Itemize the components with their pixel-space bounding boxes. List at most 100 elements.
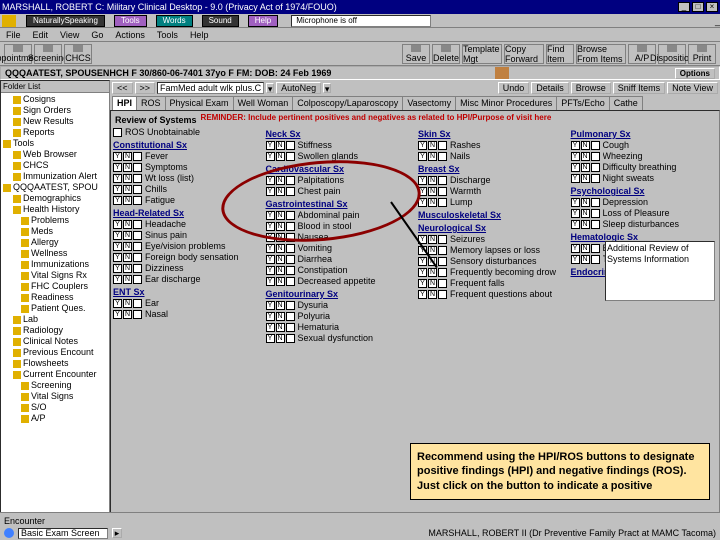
checkbox[interactable]	[133, 231, 142, 240]
tree-item[interactable]: Radiology	[3, 325, 107, 336]
btn-screening[interactable]: Screening	[34, 44, 62, 64]
ros-button[interactable]: N	[428, 279, 437, 288]
hpi-button[interactable]: Y	[571, 209, 580, 218]
hpi-button[interactable]: Y	[266, 141, 275, 150]
tree-item[interactable]: Screening	[3, 380, 107, 391]
hpi-button[interactable]: Y	[113, 275, 122, 284]
checkbox[interactable]	[286, 255, 295, 264]
tree-item[interactable]: Web Browser	[3, 149, 107, 160]
ros-button[interactable]: N	[276, 277, 285, 286]
checkbox[interactable]	[591, 220, 600, 229]
tree-item[interactable]: Health History	[3, 204, 107, 215]
hpi-button[interactable]: Y	[571, 152, 580, 161]
back-button[interactable]: <<	[112, 82, 133, 94]
ros-button[interactable]: N	[123, 275, 132, 284]
tree-item[interactable]: Problems	[3, 215, 107, 226]
checkbox[interactable]	[286, 187, 295, 196]
ros-button[interactable]: N	[123, 299, 132, 308]
browse-button[interactable]: Browse	[571, 82, 611, 94]
tab-misc[interactable]: Misc Minor Procedures	[455, 96, 557, 110]
hpi-button[interactable]: Y	[113, 242, 122, 251]
tree-item[interactable]: Vital Signs Rx	[3, 270, 107, 281]
hpi-button[interactable]: Y	[266, 323, 275, 332]
go-button[interactable]: ▸	[112, 528, 122, 538]
checkbox[interactable]	[133, 185, 142, 194]
hpi-button[interactable]: Y	[113, 264, 122, 273]
tree-item[interactable]: Allergy	[3, 237, 107, 248]
ros-button[interactable]: N	[428, 152, 437, 161]
tab-cathe[interactable]: Cathe	[609, 96, 643, 110]
folder-tree[interactable]: CosignsSign OrdersNew ResultsReportsTool…	[1, 93, 109, 425]
tree-item[interactable]: Wellness	[3, 248, 107, 259]
checkbox[interactable]	[286, 266, 295, 275]
menu-view[interactable]: View	[60, 30, 79, 39]
checkbox[interactable]	[133, 299, 142, 308]
checkbox[interactable]	[438, 187, 447, 196]
hpi-button[interactable]: Y	[571, 174, 580, 183]
noteview-button[interactable]: Note View	[667, 82, 718, 94]
checkbox[interactable]	[438, 176, 447, 185]
ros-button[interactable]: N	[276, 187, 285, 196]
checkbox[interactable]	[591, 163, 600, 172]
tree-item[interactable]: CHCS	[3, 160, 107, 171]
hpi-button[interactable]: Y	[418, 176, 427, 185]
tree-item[interactable]: Sign Orders	[3, 105, 107, 116]
checkbox[interactable]	[133, 310, 142, 319]
checkbox[interactable]	[591, 209, 600, 218]
close-button[interactable]: ×	[706, 2, 718, 12]
hpi-button[interactable]: Y	[266, 244, 275, 253]
hpi-button[interactable]: Y	[571, 255, 580, 264]
ros-button[interactable]: N	[581, 244, 590, 253]
ros-button[interactable]: N	[276, 211, 285, 220]
hpi-button[interactable]: Y	[418, 257, 427, 266]
tree-item[interactable]: New Results	[3, 116, 107, 127]
checkbox[interactable]	[438, 198, 447, 207]
hpi-button[interactable]: Y	[113, 231, 122, 240]
checkbox[interactable]	[286, 244, 295, 253]
ros-button[interactable]: N	[123, 196, 132, 205]
checkbox[interactable]	[591, 244, 600, 253]
hpi-button[interactable]: Y	[113, 310, 122, 319]
sniff-button[interactable]: Sniff Items	[613, 82, 665, 94]
checkbox[interactable]	[591, 174, 600, 183]
ros-button[interactable]: N	[276, 152, 285, 161]
checkbox[interactable]	[133, 163, 142, 172]
hpi-button[interactable]: Y	[418, 141, 427, 150]
ros-button[interactable]: N	[123, 163, 132, 172]
hpi-button[interactable]: Y	[571, 220, 580, 229]
tab-vasectomy[interactable]: Vasectomy	[402, 96, 456, 110]
ros-button[interactable]: N	[581, 163, 590, 172]
ros-button[interactable]: N	[581, 255, 590, 264]
tab-words[interactable]: Words	[156, 15, 193, 27]
checkbox[interactable]	[133, 275, 142, 284]
tree-item[interactable]: Readiness	[3, 292, 107, 303]
undo-button[interactable]: Undo	[498, 82, 530, 94]
checkbox[interactable]	[286, 222, 295, 231]
tab-hpi[interactable]: HPI	[112, 96, 137, 110]
checkbox[interactable]	[438, 268, 447, 277]
ros-button[interactable]: N	[276, 141, 285, 150]
menu-tools[interactable]: Tools	[157, 30, 178, 39]
hpi-button[interactable]: Y	[418, 152, 427, 161]
menu-help[interactable]: Help	[190, 30, 209, 39]
checkbox[interactable]	[133, 152, 142, 161]
ros-button[interactable]: N	[276, 244, 285, 253]
checkbox[interactable]	[133, 253, 142, 262]
ros-button[interactable]: N	[428, 268, 437, 277]
hpi-button[interactable]: Y	[266, 255, 275, 264]
ros-button[interactable]: N	[276, 233, 285, 242]
tab-ros[interactable]: ROS	[136, 96, 166, 110]
hpi-button[interactable]: Y	[113, 152, 122, 161]
addl-ros-textbox[interactable]: Additional Review of Systems Information	[605, 241, 715, 301]
checkbox[interactable]	[438, 235, 447, 244]
ros-button[interactable]: N	[581, 198, 590, 207]
btn-disposition[interactable]: Disposition	[658, 44, 686, 64]
hpi-button[interactable]: Y	[113, 163, 122, 172]
tab-naturallyspeaking[interactable]: NaturallySpeaking	[26, 15, 105, 27]
checkbox[interactable]	[286, 334, 295, 343]
ros-button[interactable]: N	[581, 152, 590, 161]
checkbox[interactable]	[591, 255, 600, 264]
ros-button[interactable]: N	[276, 312, 285, 321]
fwd-button[interactable]: >>	[135, 82, 156, 94]
checkbox[interactable]	[286, 277, 295, 286]
